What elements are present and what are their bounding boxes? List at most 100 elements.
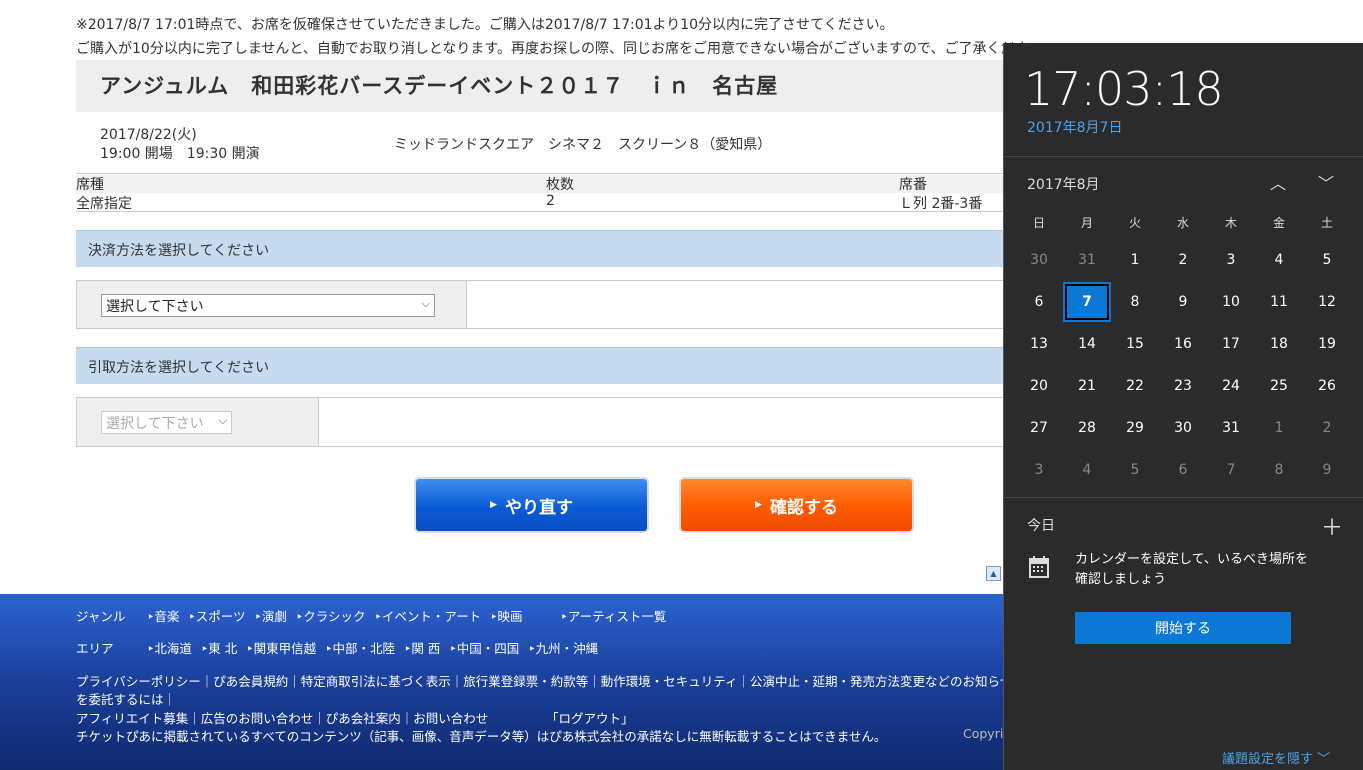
get-started-button[interactable]: 開始する xyxy=(1075,612,1291,644)
footer-links-1[interactable]: プライバシーポリシー｜ぴあ会員規約｜特定商取引法に基づく表示｜旅行業登録票・約款… xyxy=(76,671,1012,690)
calendar-month-label[interactable]: 2017年8月 xyxy=(1027,174,1100,194)
calendar-day[interactable]: 22 xyxy=(1113,368,1157,404)
calendar-day[interactable]: 24 xyxy=(1209,368,1253,404)
weekday-header: 金 xyxy=(1272,216,1285,230)
calendar-day[interactable]: 13 xyxy=(1017,326,1061,362)
calendar-day[interactable]: 11 xyxy=(1257,284,1301,320)
calendar-day[interactable]: 8 xyxy=(1257,452,1301,488)
calendar-day[interactable]: 16 xyxy=(1161,326,1205,362)
footer-area-chugoku[interactable]: ‣中国・四国 xyxy=(449,638,519,657)
weekday-header: 火 xyxy=(1128,216,1141,230)
calendar-day[interactable]: 3 xyxy=(1017,452,1061,488)
cell-seat-number: Ｌ列 2番-3番 xyxy=(899,196,983,212)
agenda-setup-line-2: 確認しましょう xyxy=(1075,572,1167,587)
agenda-today-label: 今日 xyxy=(1027,518,1055,534)
footer-genre-theater[interactable]: ‣演劇 xyxy=(255,606,287,625)
calendar-day[interactable]: 20 xyxy=(1017,368,1061,404)
confirm-button[interactable]: ▶ 確認する xyxy=(681,479,912,531)
footer-genre-event-art[interactable]: ‣イベント・アート xyxy=(375,606,482,625)
payment-method-select[interactable]: 選択して下さい ⌵ xyxy=(101,294,435,317)
calendar-day[interactable]: 31 xyxy=(1209,410,1253,446)
chevron-down-icon[interactable]: ﹀ xyxy=(1318,170,1334,194)
page-top-icon[interactable]: ▲ xyxy=(986,566,1001,581)
calendar-day[interactable]: 2 xyxy=(1161,242,1205,278)
calendar-day[interactable]: 12 xyxy=(1305,284,1349,320)
footer-links-1b[interactable]: を委託するには｜ xyxy=(76,689,176,708)
clock-date-link[interactable]: 2017年8月7日 xyxy=(1027,117,1122,137)
payment-select-value: 選択して下さい xyxy=(106,299,204,315)
calendar-day[interactable]: 3 xyxy=(1209,242,1253,278)
footer-copyright-notice: チケットぴあに掲載されているすべてのコンテンツ（記事、画像、音声データ等）はぴあ… xyxy=(76,729,887,744)
calendar-day[interactable]: 1 xyxy=(1113,242,1157,278)
calendar-day[interactable]: 15 xyxy=(1113,326,1157,362)
calendar-day[interactable]: 23 xyxy=(1161,368,1205,404)
hide-agenda-label: 議題設定を隠す xyxy=(1222,752,1314,767)
add-event-icon[interactable]: ＋ xyxy=(1321,510,1343,542)
calendar-day[interactable]: 5 xyxy=(1305,242,1349,278)
cell-quantity: 2 xyxy=(546,193,555,209)
footer-links-2[interactable]: アフィリエイト募集｜広告のお問い合わせ｜ぴあ会社案内｜お問い合わせ xyxy=(76,708,488,727)
calendar-day-today[interactable]: 7 xyxy=(1065,284,1109,320)
pickup-form-row: 選択して下さい ⌵ xyxy=(76,397,1008,447)
calendar-day[interactable]: 31 xyxy=(1065,242,1109,278)
calendar-day[interactable]: 28 xyxy=(1065,410,1109,446)
footer-artist-list[interactable]: ‣アーティスト一覧 xyxy=(561,606,667,625)
event-title: アンジュルム 和田彩花バースデーイベント２０１７ ｉｎ 名古屋 xyxy=(100,74,779,98)
payment-section-heading: 決済方法を選択してください xyxy=(76,230,1006,267)
calendar-day[interactable]: 14 xyxy=(1065,326,1109,362)
calendar-day[interactable]: 1 xyxy=(1257,410,1301,446)
calendar-day[interactable]: 10 xyxy=(1209,284,1253,320)
calendar-day[interactable]: 19 xyxy=(1305,326,1349,362)
calendar-day[interactable]: 5 xyxy=(1113,452,1157,488)
calendar-day[interactable]: 2 xyxy=(1305,410,1349,446)
calendar-day[interactable]: 8 xyxy=(1113,284,1157,320)
calendar-day[interactable]: 30 xyxy=(1017,242,1061,278)
table-top-rule xyxy=(76,173,1006,174)
calendar-day[interactable]: 9 xyxy=(1305,452,1349,488)
calendar-day[interactable]: 29 xyxy=(1113,410,1157,446)
calendar-day[interactable]: 9 xyxy=(1161,284,1205,320)
pickup-section-heading: 引取方法を選択してください xyxy=(76,347,1006,384)
hide-agenda-link[interactable]: 議題設定を隠す ﹀ xyxy=(1222,748,1330,767)
weekday-header: 土 xyxy=(1320,216,1333,230)
header-seat-number: 席番 xyxy=(899,177,927,193)
footer-area-kansai[interactable]: ‣関 西 xyxy=(404,638,440,657)
weekday-header: 日 xyxy=(1032,216,1045,230)
footer-area-kanto[interactable]: ‣関東甲信越 xyxy=(246,638,316,657)
calendar-day[interactable]: 18 xyxy=(1257,326,1301,362)
logout-link[interactable]: 「ログアウト」 xyxy=(546,708,634,727)
calendar-day[interactable]: 21 xyxy=(1065,368,1109,404)
payment-heading-text: 決済方法を選択してください xyxy=(88,243,270,259)
calendar-day[interactable]: 25 xyxy=(1257,368,1301,404)
ticket-table-header xyxy=(76,175,1006,193)
chevron-down-icon: ⌵ xyxy=(218,414,227,427)
calendar-day[interactable]: 17 xyxy=(1209,326,1253,362)
calendar-day[interactable]: 30 xyxy=(1161,410,1205,446)
calendar-day[interactable]: 6 xyxy=(1017,284,1061,320)
event-time: 19:00 開場 19:30 開演 xyxy=(100,146,260,162)
calendar-day[interactable]: 4 xyxy=(1257,242,1301,278)
calendar-day[interactable]: 7 xyxy=(1209,452,1253,488)
calendar-day[interactable]: 26 xyxy=(1305,368,1349,404)
header-seat-type: 席種 xyxy=(76,177,104,193)
footer-genre-movie[interactable]: ‣映画 xyxy=(490,606,522,625)
play-arrow-icon: ▶ xyxy=(490,500,497,510)
retry-button-label: やり直す xyxy=(504,497,573,518)
footer-genre-classic[interactable]: ‣クラシック xyxy=(296,606,366,625)
header-quantity: 枚数 xyxy=(546,177,574,193)
footer-area-tohoku[interactable]: ‣東 北 xyxy=(201,638,237,657)
footer-genre-sports[interactable]: ‣スポーツ xyxy=(188,606,245,625)
flyout-divider-top xyxy=(1003,156,1363,157)
calendar-day[interactable]: 6 xyxy=(1161,452,1205,488)
retry-button[interactable]: ▶ やり直す xyxy=(416,479,647,531)
footer-copyright: Copyri xyxy=(963,726,1004,741)
footer-genre-music[interactable]: ‣音楽 xyxy=(147,606,179,625)
footer-area-hokkaido[interactable]: ‣北海道 xyxy=(147,638,192,657)
footer-area-kyushu[interactable]: ‣九州・沖縄 xyxy=(528,638,598,657)
footer-area-chubu[interactable]: ‣中部・北陸 xyxy=(325,638,395,657)
clock-time: 17:03:18 xyxy=(1024,62,1224,116)
calendar-day[interactable]: 27 xyxy=(1017,410,1061,446)
calendar-day[interactable]: 4 xyxy=(1065,452,1109,488)
pickup-method-select[interactable]: 選択して下さい ⌵ xyxy=(101,411,232,434)
chevron-up-icon[interactable]: ︿ xyxy=(1270,170,1286,194)
